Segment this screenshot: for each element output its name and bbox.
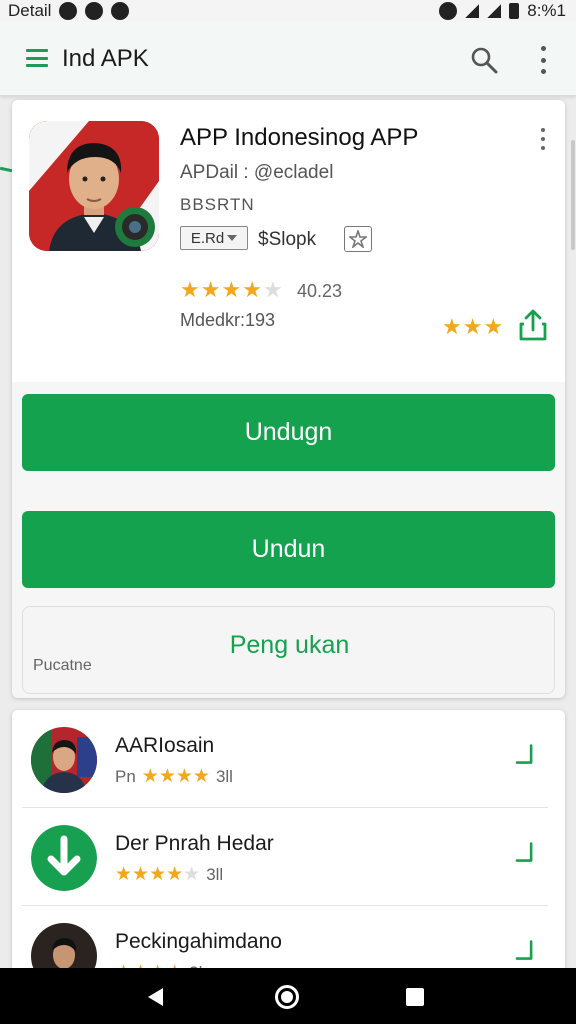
status-label: Detail (8, 1, 52, 20)
app-name: APP Indonesinog APP (180, 124, 419, 151)
star-icon: ★ (442, 314, 463, 339)
notification-icon (59, 2, 78, 20)
app-bar: Ind APK (0, 22, 576, 96)
list-item-title: AARIosain (115, 734, 215, 757)
battery-icon (509, 3, 520, 19)
related-apps-list: AARIosain Pn ★★★★ 3ll Der Pnrah Hedar ★★… (12, 710, 565, 980)
chevron-right-icon[interactable] (514, 842, 544, 872)
list-item-meta: ★★★★★ 3ll (115, 863, 223, 886)
app-code: BBSRTN (180, 195, 255, 214)
notification-icon (111, 2, 130, 20)
clock: 8:%1 (527, 1, 566, 20)
downloads-count: Mdedkr:193 (180, 310, 276, 330)
rating-value: 40.23 (297, 281, 343, 301)
app-icon (29, 121, 159, 251)
star-icon: ★ (242, 277, 263, 302)
settings-button[interactable]: Peng ukan Pucatne (22, 606, 555, 694)
recent-apps-icon[interactable] (406, 988, 424, 1006)
content-rating-select[interactable]: E.Rd (180, 226, 248, 250)
status-right: 8:%1 (439, 1, 566, 21)
notification-icon (85, 2, 104, 20)
app-title: Ind APK (62, 45, 149, 72)
decorative-line (0, 166, 13, 173)
app-info-section: APP Indonesinog APP APDail : @ecladel BB… (12, 100, 565, 382)
rating-stars: ★★★★★ (115, 864, 201, 885)
status-bar: Detail 8:%1 (0, 0, 576, 22)
home-icon[interactable] (275, 985, 299, 1009)
star-icon: ★ (200, 277, 222, 302)
status-left: Detail (8, 1, 130, 21)
list-item-title: Der Pnrah Hedar (115, 832, 274, 855)
rate-stars[interactable]: ★★★ (442, 314, 504, 340)
scrollbar[interactable] (571, 140, 575, 250)
hamburger-menu-icon[interactable] (26, 49, 48, 67)
more-options-icon[interactable] (538, 46, 548, 74)
badge-icon[interactable] (344, 226, 372, 252)
share-icon[interactable] (518, 308, 548, 342)
size-symbol-icon: $ (258, 229, 269, 250)
star-icon: ★ (462, 314, 484, 339)
chevron-down-icon (227, 235, 238, 241)
person-star-icon (349, 230, 367, 248)
list-item-prefix: Pn (115, 766, 136, 786)
download-button[interactable]: Undugn (22, 394, 555, 471)
avatar (31, 727, 97, 793)
chevron-right-icon[interactable] (514, 744, 544, 774)
list-item[interactable]: AARIosain Pn ★★★★ 3ll (12, 710, 565, 808)
star-icon: ★ (483, 314, 505, 339)
app-size: $Slopk (258, 229, 316, 251)
content-rating-label: E.Rd (190, 229, 225, 247)
back-icon[interactable] (148, 988, 163, 1006)
list-item-count: 3ll (215, 766, 233, 786)
list-item-title: Peckingahimdano (115, 930, 282, 953)
search-icon[interactable] (470, 46, 498, 74)
download-avatar-icon (31, 825, 97, 891)
settings-button-label: Peng ukan (229, 631, 350, 659)
system-nav-bar (0, 968, 576, 1024)
wifi-icon (465, 4, 480, 18)
signal-icon (487, 4, 502, 18)
list-item-meta: Pn ★★★★ 3ll (115, 765, 233, 788)
chevron-right-icon[interactable] (514, 940, 544, 970)
alarm-icon (439, 2, 458, 20)
rating-stars: ★★★★ (141, 766, 210, 787)
star-icon: ★ (262, 277, 284, 302)
developer-name[interactable]: APDail : @ecladel (180, 162, 333, 184)
rating-stars: ★★★★★ (180, 277, 284, 303)
card-more-icon[interactable] (539, 128, 547, 150)
app-detail-card: APP Indonesinog APP APDail : @ecladel BB… (12, 100, 565, 698)
star-icon: ★ (221, 277, 243, 302)
app-icon-portrait (29, 121, 159, 251)
size-label: Slopk (268, 229, 317, 250)
settings-button-caption: Pucatne (33, 657, 92, 674)
download-button-secondary[interactable]: Undun (22, 511, 555, 588)
list-item[interactable]: Der Pnrah Hedar ★★★★★ 3ll (12, 808, 565, 906)
list-item-count: 3ll (206, 864, 224, 884)
star-icon: ★ (180, 277, 201, 302)
